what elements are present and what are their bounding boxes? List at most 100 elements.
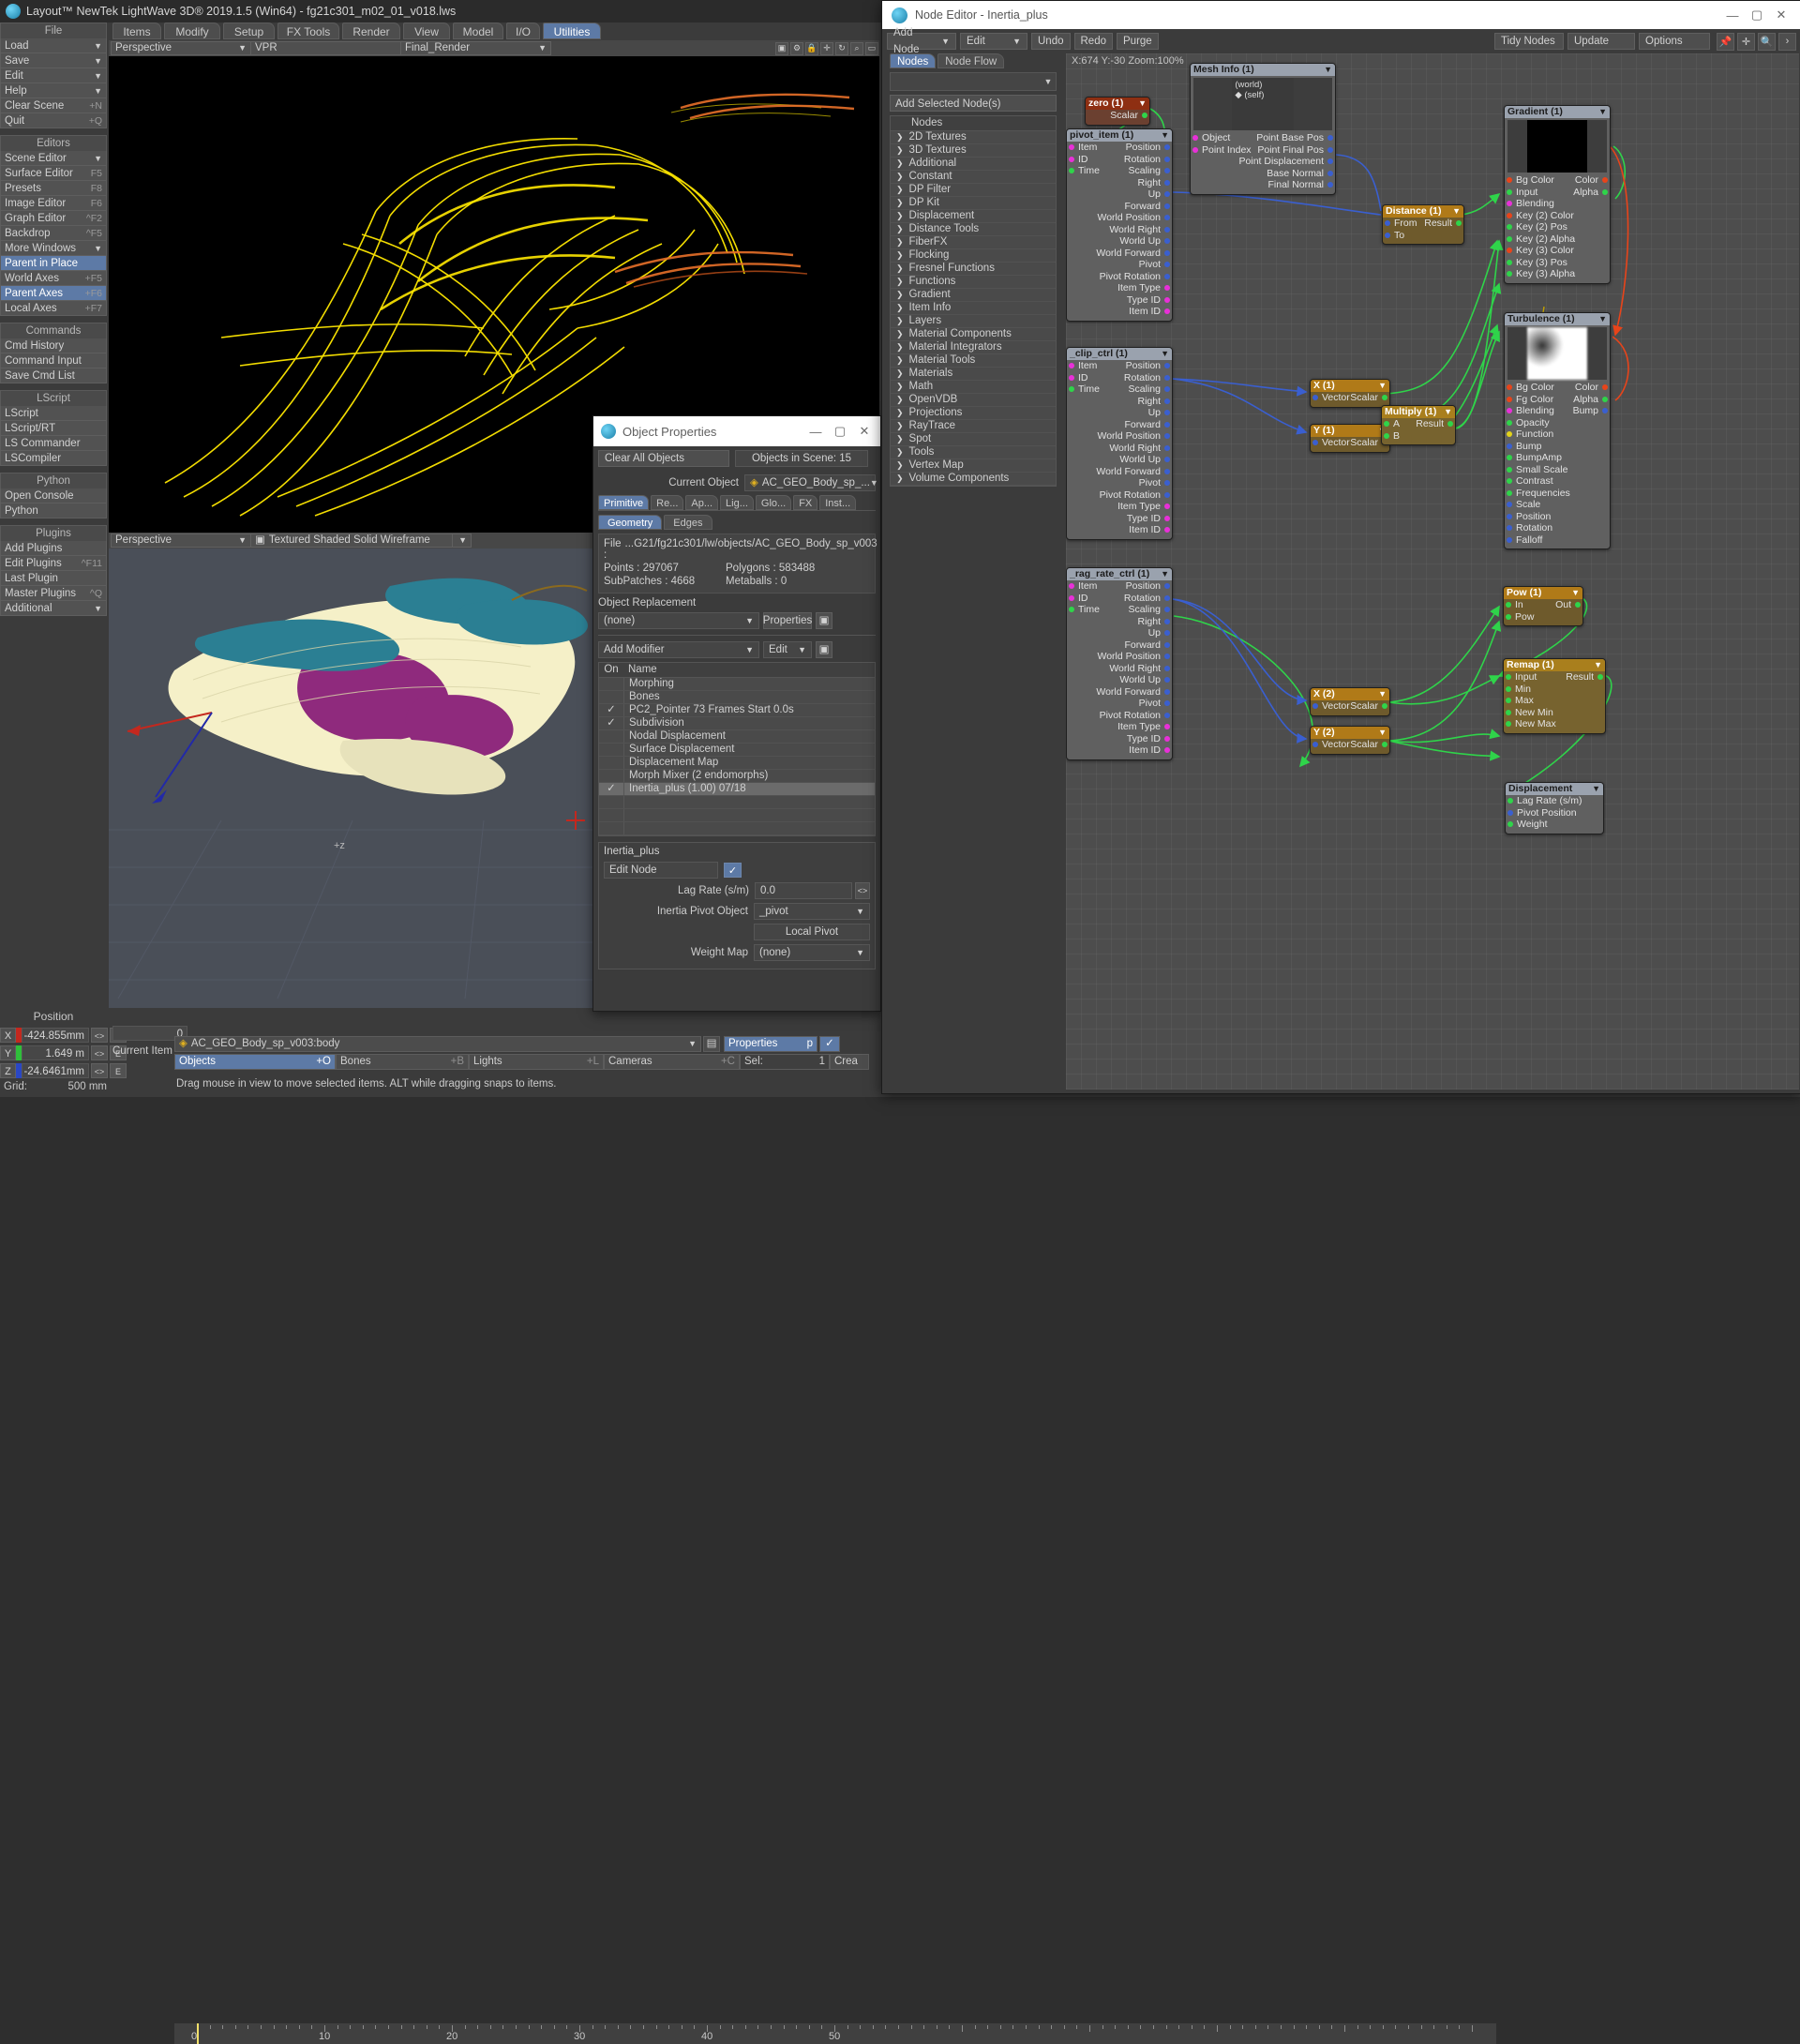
node-category-row[interactable]: ❯ Material Components <box>891 328 1056 341</box>
node-pivot_item[interactable]: pivot_item (1) ▼ Item Position ID Rotation Tim… <box>1066 128 1173 322</box>
port-dot-output[interactable] <box>1164 641 1170 648</box>
port-dot-output[interactable] <box>1382 703 1388 710</box>
port-dot-output[interactable] <box>1328 146 1333 153</box>
port-dot-output[interactable] <box>1164 386 1170 393</box>
node-output-port[interactable]: Scaling <box>1129 383 1170 395</box>
maximize-icon[interactable]: ▢ <box>828 419 852 443</box>
node-input-port[interactable]: Item <box>1069 360 1097 371</box>
node-input-port[interactable]: Point Index <box>1192 144 1252 156</box>
node-category-row[interactable]: ❯ 3D Textures <box>891 144 1056 158</box>
port-dot-input[interactable] <box>1507 188 1512 195</box>
node-input-port[interactable]: New Max <box>1506 718 1556 729</box>
chevron-down-icon[interactable]: ▼ <box>1378 727 1387 739</box>
sidebar-item-world-axes[interactable]: World Axes +F5 <box>0 271 107 286</box>
update-button[interactable]: Update <box>1568 33 1635 50</box>
port-dot-input[interactable] <box>1507 478 1512 485</box>
node-category-row[interactable]: ❯ Vertex Map <box>891 459 1056 473</box>
chevron-down-icon[interactable]: ▼ <box>1452 205 1461 218</box>
node-output-port[interactable]: World Forward <box>1096 248 1170 259</box>
port-dot-output[interactable] <box>1164 363 1170 369</box>
envelope-icon[interactable]: <> <box>855 882 870 899</box>
node-output-port[interactable]: Pivot <box>1139 698 1170 709</box>
modifier-enabled-checkbox[interactable]: ✓ <box>599 704 624 716</box>
sidebar-item-cmd-history[interactable]: Cmd History <box>0 338 107 353</box>
port-dot-input[interactable] <box>1507 384 1512 391</box>
port-dot-output[interactable] <box>1164 480 1170 487</box>
port-dot-input[interactable] <box>1192 146 1198 153</box>
chevron-down-icon[interactable]: ▼ <box>1138 98 1147 110</box>
node-output-port[interactable]: World Position <box>1097 212 1170 223</box>
node-input-port[interactable]: Max <box>1506 695 1534 706</box>
camera-icon[interactable]: ▣ <box>775 41 788 55</box>
port-dot-input[interactable] <box>1507 502 1512 508</box>
node-x2[interactable]: X (2) ▼ Vector Scalar <box>1310 687 1390 716</box>
node-zero[interactable]: zero (1) ▼ Scalar <box>1085 97 1150 126</box>
node-category-row[interactable]: ❯ FiberFX <box>891 236 1056 249</box>
node-header[interactable]: Y (2) ▼ <box>1311 727 1389 739</box>
modifier-row[interactable]: Surface Displacement <box>599 744 875 757</box>
node-category-row[interactable]: ❯ Materials <box>891 368 1056 381</box>
port-dot-input[interactable] <box>1507 443 1512 449</box>
port-dot-output[interactable] <box>1164 308 1170 315</box>
port-dot-output[interactable] <box>1382 395 1388 401</box>
sidebar-item-quit[interactable]: Quit +Q <box>0 113 107 128</box>
modifier-enabled-checkbox[interactable]: ✓ <box>599 717 624 729</box>
port-dot-output[interactable] <box>1164 677 1170 684</box>
axis-value-y[interactable]: 1.649 m <box>22 1045 89 1060</box>
port-dot-output[interactable] <box>1456 220 1462 227</box>
envelope-icon[interactable]: <> <box>91 1062 108 1078</box>
sidebar-item-more-windows[interactable]: More Windows ▼ <box>0 241 107 256</box>
op-tab-4[interactable]: Glo... <box>755 495 792 510</box>
port-dot-input[interactable] <box>1069 156 1074 162</box>
close-icon[interactable]: ✕ <box>1769 3 1793 27</box>
node-input-port[interactable]: Time <box>1069 604 1100 615</box>
options-button[interactable]: Options <box>1639 33 1710 50</box>
port-dot-input[interactable] <box>1312 703 1318 710</box>
node-input-port[interactable]: Min <box>1506 684 1531 695</box>
edit-node-checkbox[interactable]: ✓ <box>724 863 742 878</box>
port-dot-output[interactable] <box>1164 179 1170 186</box>
edit-node-button[interactable]: Edit Node <box>604 862 718 879</box>
op-subtab-edges[interactable]: Edges <box>664 515 712 530</box>
properties-button[interactable]: Properties p <box>724 1036 818 1052</box>
node-input-port[interactable]: ID <box>1069 593 1088 604</box>
tab-view[interactable]: View <box>403 23 450 39</box>
node-output-port[interactable]: World Up <box>1119 674 1170 685</box>
port-dot-output[interactable] <box>1164 156 1170 162</box>
port-dot-input[interactable] <box>1506 613 1511 620</box>
node-input-port[interactable]: Vector <box>1312 700 1350 712</box>
port-dot-output[interactable] <box>1164 262 1170 268</box>
node-input-port[interactable]: ID <box>1069 154 1088 165</box>
node-header[interactable]: Multiply (1) ▼ <box>1382 406 1455 418</box>
node-output-port[interactable]: Forward <box>1124 419 1170 430</box>
node-category-row[interactable]: ❯ RayTrace <box>891 420 1056 433</box>
chevron-down-icon[interactable]: ▼ <box>1378 380 1387 392</box>
port-dot-output[interactable] <box>1328 170 1333 176</box>
node-category-list[interactable]: Nodes ❯ 2D Textures ❯ 3D Textures ❯ Additiona… <box>890 115 1057 487</box>
node-output-port[interactable]: World Right <box>1109 443 1170 454</box>
port-dot-output[interactable] <box>1164 273 1170 279</box>
node-y1[interactable]: Y (1)▼VectorScalar <box>1310 424 1390 453</box>
node-output-port[interactable]: Item Type <box>1118 282 1170 293</box>
chevron-down-icon[interactable]: ▼ <box>1378 688 1387 700</box>
node-header[interactable]: _rag_rate_ctrl (1) ▼ <box>1067 568 1172 580</box>
node-output-port[interactable]: Rotation <box>1124 154 1170 165</box>
node-output-port[interactable]: Up <box>1148 407 1170 418</box>
sidebar-item-master-plugins[interactable]: Master Plugins ^Q <box>0 586 107 601</box>
axis-value-x[interactable]: -424.855mm <box>22 1027 89 1043</box>
node-input-port[interactable]: Position <box>1507 511 1551 522</box>
mode-lights-button[interactable]: Lights +L <box>469 1054 604 1070</box>
port-dot-input[interactable] <box>1192 135 1198 142</box>
port-dot-input[interactable] <box>1507 224 1512 231</box>
envelope-icon[interactable]: <> <box>91 1045 108 1060</box>
axis-label-z[interactable]: Z <box>0 1062 16 1078</box>
replacement-properties-button[interactable]: Properties <box>763 612 812 629</box>
node-output-port[interactable]: Type ID <box>1127 513 1170 524</box>
node-browser-tab-node-flow[interactable]: Node Flow <box>938 53 1005 68</box>
port-dot-output[interactable] <box>1164 527 1170 534</box>
node-output-port[interactable]: Scaling <box>1129 165 1170 176</box>
pivot-object-select[interactable]: _pivot ▼ <box>754 903 870 920</box>
node-category-row[interactable]: ❯ DP Filter <box>891 184 1056 197</box>
node-output-port[interactable]: Final Normal <box>1268 179 1333 190</box>
rotate-icon[interactable]: ↻ <box>835 41 848 55</box>
